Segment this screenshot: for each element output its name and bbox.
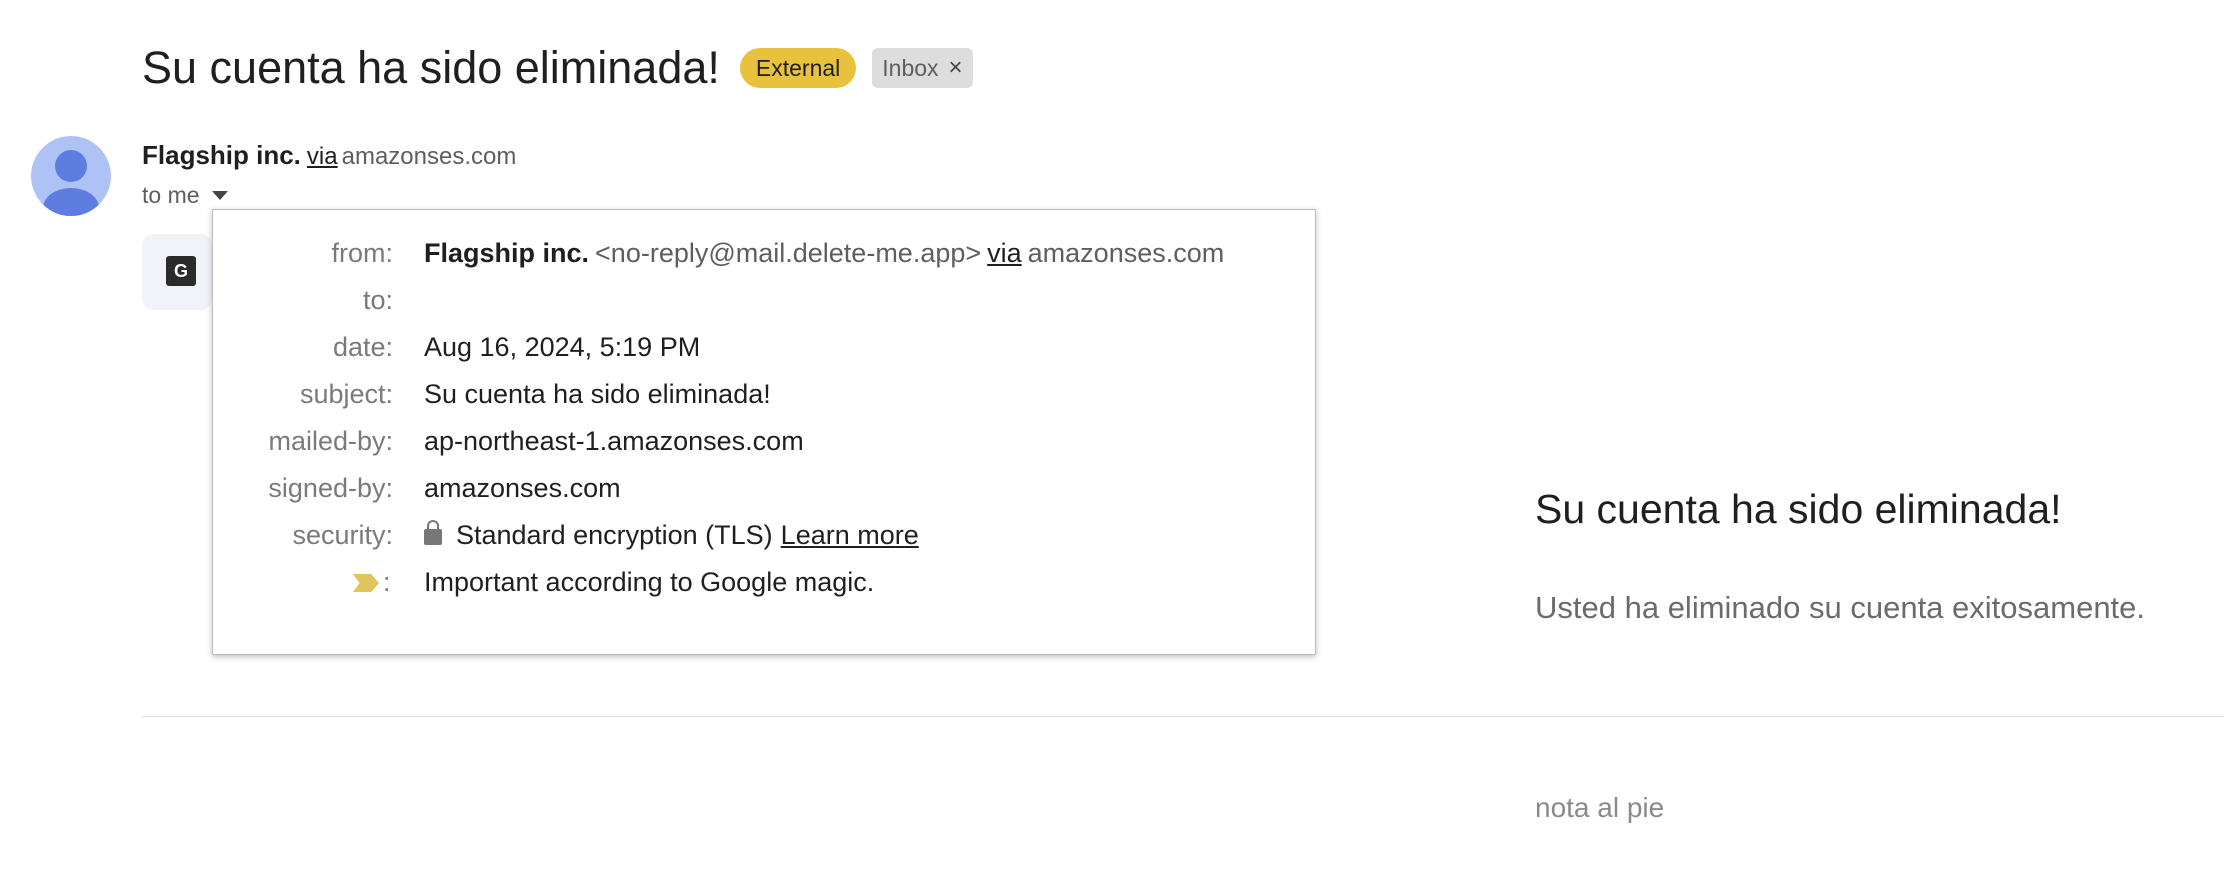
from-domain: amazonses.com: [1027, 238, 1225, 268]
sender-domain: amazonses.com: [341, 143, 517, 170]
to-label: to:: [362, 285, 393, 315]
sender-via-link[interactable]: via: [307, 143, 338, 170]
email-footnote: nota al pie: [1535, 792, 1665, 823]
inbox-label-text: Inbox: [882, 55, 939, 81]
details-importance-row: : Important according to Google magic.: [213, 562, 1313, 602]
message-details-popup: from: Flagship inc. <no-reply@mail.delete…: [212, 209, 1316, 655]
translate-button[interactable]: G: [142, 234, 212, 310]
details-signed-by-row: signed-by: amazonses.com: [213, 468, 1313, 508]
from-via-link[interactable]: via: [987, 238, 1022, 268]
lock-icon: [424, 520, 442, 545]
details-mailed-by-row: mailed-by: ap-northeast-1.amazonses.com: [213, 421, 1313, 461]
security-label: security:: [292, 520, 393, 550]
translate-icon: G: [166, 256, 196, 286]
mailed-by-label: mailed-by:: [268, 426, 393, 456]
inbox-label[interactable]: Inbox ×: [872, 48, 973, 88]
details-to-row: to:: [213, 280, 1313, 320]
close-icon[interactable]: ×: [949, 54, 963, 82]
importance-colon: :: [383, 567, 391, 597]
learn-more-link[interactable]: Learn more: [781, 520, 919, 550]
signed-by-value: amazonses.com: [424, 473, 621, 503]
importance-value: Important according to Google magic.: [424, 567, 875, 597]
person-avatar-icon[interactable]: [31, 136, 111, 216]
from-value: Flagship inc. <no-reply@mail.delete-me.ap…: [424, 233, 1224, 273]
body-divider: [142, 716, 2224, 717]
date-label: date:: [332, 332, 393, 362]
email-body-title: Su cuenta ha sido eliminada!: [1535, 486, 2062, 532]
signed-by-label: signed-by:: [268, 473, 393, 503]
recipient-toggle[interactable]: to me: [142, 182, 228, 209]
security-text: Standard encryption (TLS): [456, 520, 773, 550]
from-email: <no-reply@mail.delete-me.app>: [595, 238, 982, 268]
details-security-row: security: Standard encryption (TLS) Learn…: [213, 515, 1313, 555]
subject-value: Su cuenta ha sido eliminada!: [424, 379, 771, 409]
sender-line: Flagship inc. via amazonses.com: [142, 140, 516, 171]
importance-marker-icon: [353, 574, 379, 592]
subject-row: Su cuenta ha sido eliminada! External In…: [142, 40, 973, 96]
avatar-head: [55, 150, 87, 182]
details-date-row: date: Aug 16, 2024, 5:19 PM: [213, 327, 1313, 367]
mailed-by-value: ap-northeast-1.amazonses.com: [424, 426, 804, 456]
sender-name[interactable]: Flagship inc.: [142, 140, 301, 170]
from-label: from:: [331, 238, 393, 268]
details-subject-row: subject: Su cuenta ha sido eliminada!: [213, 374, 1313, 414]
subject-label: subject:: [299, 379, 393, 409]
from-name: Flagship inc.: [424, 238, 590, 268]
email-body-text: Usted ha eliminado su cuenta exitosament…: [1535, 590, 2146, 625]
external-label: External: [739, 48, 857, 88]
security-value: Standard encryption (TLS) Learn more: [412, 515, 919, 555]
date-value: Aug 16, 2024, 5:19 PM: [424, 332, 701, 362]
details-from-row: from: Flagship inc. <no-reply@mail.delete…: [213, 233, 1313, 273]
avatar-body: [43, 188, 99, 216]
caret-down-icon[interactable]: [211, 191, 228, 200]
to-me-label: to me: [142, 182, 200, 208]
subject-title: Su cuenta ha sido eliminada!: [142, 42, 720, 93]
